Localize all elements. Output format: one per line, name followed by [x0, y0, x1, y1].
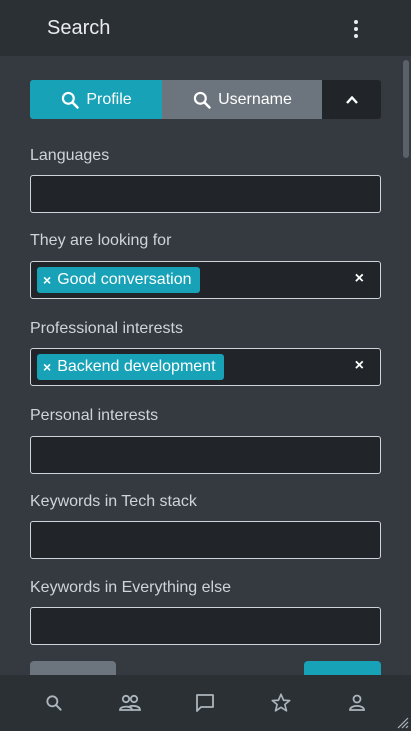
tag-label: Backend development — [57, 358, 216, 375]
everything-else-label: Keywords in Everything else — [30, 579, 231, 596]
tech-stack-input[interactable] — [30, 521, 381, 559]
username-label: Username — [218, 90, 292, 108]
selected-tag: × Good conversation — [37, 267, 200, 293]
nav-people[interactable] — [110, 683, 150, 723]
selected-tag: × Backend development — [37, 354, 224, 380]
star-icon — [271, 693, 291, 712]
languages-label: Languages — [30, 147, 110, 164]
nav-favorites[interactable] — [261, 683, 301, 723]
tech-stack-label: Keywords in Tech stack — [30, 493, 197, 510]
tag-remove-button[interactable]: × — [43, 272, 51, 288]
app-header: Search — [0, 0, 411, 56]
personal-interests-label: Personal interests — [30, 407, 159, 424]
resize-handle-icon[interactable] — [397, 717, 409, 729]
clear-selection-button[interactable]: × — [355, 270, 364, 288]
more-vertical-icon[interactable] — [346, 19, 366, 39]
collapse-button[interactable] — [322, 80, 381, 119]
search-icon — [62, 91, 80, 109]
search-mode-toggle: Profile Username — [30, 80, 381, 119]
everything-else-input[interactable] — [30, 607, 381, 645]
professional-interests-label: Professional interests — [30, 320, 183, 337]
person-icon — [349, 694, 365, 711]
nav-profile[interactable] — [337, 683, 377, 723]
languages-input[interactable] — [30, 175, 381, 213]
profile-search-button[interactable]: Profile — [30, 80, 162, 119]
chevron-up-icon — [345, 95, 358, 104]
profile-label: Profile — [86, 90, 132, 108]
nav-search[interactable] — [34, 683, 74, 723]
tag-remove-button[interactable]: × — [43, 359, 51, 375]
professional-interests-select[interactable]: × Backend development × — [30, 348, 381, 386]
username-search-button[interactable]: Username — [162, 80, 322, 119]
bottom-nav — [0, 675, 411, 731]
clear-selection-button[interactable]: × — [355, 357, 364, 375]
nav-messages[interactable] — [185, 683, 225, 723]
tag-label: Good conversation — [57, 271, 192, 288]
looking-for-select[interactable]: × Good conversation × — [30, 261, 381, 299]
personal-interests-input[interactable] — [30, 436, 381, 474]
people-icon — [118, 694, 141, 711]
scrollbar[interactable] — [403, 60, 409, 158]
search-icon — [46, 695, 62, 711]
page-title: Search — [47, 16, 111, 39]
chat-icon — [196, 694, 215, 712]
search-icon — [193, 91, 211, 109]
looking-for-label: They are looking for — [30, 232, 172, 249]
